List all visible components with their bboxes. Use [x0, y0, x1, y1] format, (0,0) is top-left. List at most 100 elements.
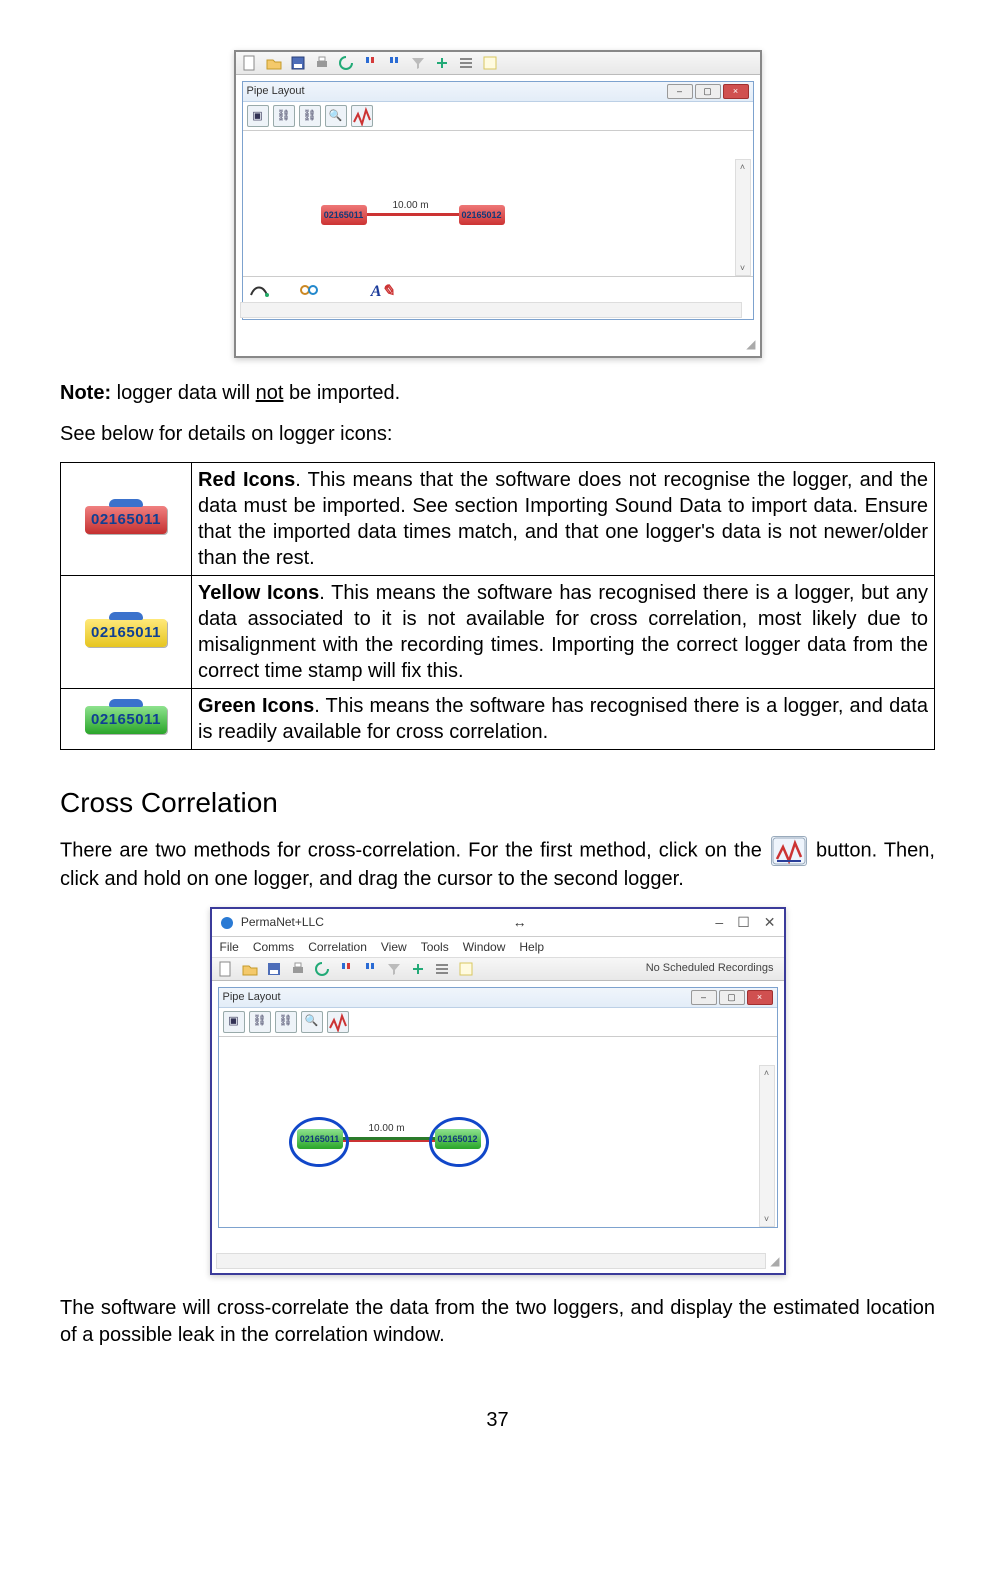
- green-icon-cell: 02165011: [61, 689, 192, 750]
- note-text-underlined: not: [256, 382, 284, 404]
- save-icon[interactable]: [266, 961, 282, 977]
- minimize-button[interactable]: –: [715, 913, 723, 932]
- pipe-layout-window-2: Pipe Layout – ▢ × ▣ ⛓ ⛓ 🔍 10.00 m 021650…: [218, 987, 778, 1228]
- menu-help[interactable]: Help: [519, 939, 544, 955]
- tool-zoom-fit-icon[interactable]: ▣: [223, 1011, 245, 1033]
- note-paragraph: Note: logger data will not be imported.: [60, 380, 935, 407]
- cc-para-2: The software will cross-correlate the da…: [60, 1295, 935, 1349]
- window-controls: – ☐ ✕: [715, 913, 775, 932]
- horizontal-scrollbar[interactable]: [240, 302, 742, 318]
- screenshot-pipe-layout-1: Pipe Layout – ▢ × ▣ ⛓ ⛓ 🔍 10.00 m 021650…: [234, 50, 762, 358]
- menu-file[interactable]: File: [220, 939, 239, 955]
- maximize-button[interactable]: ▢: [695, 84, 721, 99]
- marker1-icon: [362, 55, 378, 71]
- pipe-canvas-2[interactable]: 10.00 m 02165011 02165012 ˄ ˅: [219, 1037, 777, 1227]
- logger-left-2[interactable]: 02165011: [297, 1129, 343, 1149]
- filter-icon[interactable]: [386, 961, 402, 977]
- pipe-layout-titlebar: Pipe Layout – ▢ ×: [243, 82, 753, 102]
- note-icon[interactable]: [458, 961, 474, 977]
- tool-correlate-icon[interactable]: [351, 105, 373, 127]
- open-icon[interactable]: [242, 961, 258, 977]
- vertical-scrollbar[interactable]: ˄ ˅: [735, 159, 751, 276]
- plus-icon[interactable]: [410, 961, 426, 977]
- tool-correlate-icon[interactable]: [327, 1011, 349, 1033]
- horizontal-scrollbar-2[interactable]: [216, 1253, 766, 1269]
- yellow-icon-desc: Yellow Icons. This means the software ha…: [192, 576, 935, 689]
- move-cursor-icon: ↔: [513, 913, 527, 932]
- yellow-icon-cell: 02165011: [61, 576, 192, 689]
- note-icon: [482, 55, 498, 71]
- logger-right-2[interactable]: 02165012: [435, 1129, 481, 1149]
- green-icon-desc: Green Icons. This means the software has…: [192, 689, 935, 750]
- tool-loggerpair2-icon[interactable]: ⛓: [299, 105, 321, 127]
- app-menubar: File Comms Correlation View Tools Window…: [212, 937, 784, 958]
- cc-para-1: There are two methods for cross-correlat…: [60, 836, 935, 893]
- tool-loggerpair1-icon[interactable]: ⛓: [249, 1011, 271, 1033]
- minimize-button[interactable]: –: [667, 84, 693, 99]
- open-icon: [266, 55, 282, 71]
- save-icon: [290, 55, 306, 71]
- tool-find-icon[interactable]: 🔍: [325, 105, 347, 127]
- plus-icon: [434, 55, 450, 71]
- scroll-up-icon[interactable]: ˄: [738, 161, 748, 173]
- app-logo-icon: [220, 916, 234, 930]
- pipe-layout-toolbar-2: ▣ ⛓ ⛓ 🔍: [219, 1008, 777, 1037]
- resize-grip-icon[interactable]: ◢: [746, 336, 755, 352]
- logger-right[interactable]: 02165012: [459, 205, 505, 225]
- tool-loggerpair2-icon[interactable]: ⛓: [275, 1011, 297, 1033]
- list-icon[interactable]: [434, 961, 450, 977]
- print-icon: [314, 55, 330, 71]
- pipe-canvas[interactable]: 10.00 m 02165011 02165012 ˄ ˅: [243, 131, 753, 276]
- yellow-icon-title: Yellow Icons: [198, 582, 319, 604]
- table-row: 02165011 Green Icons. This means the sof…: [61, 689, 935, 750]
- logger-left[interactable]: 02165011: [321, 205, 367, 225]
- marker2-icon[interactable]: [362, 961, 378, 977]
- pipe-icon: [249, 281, 269, 299]
- red-icon-text: . This means that the software does not …: [198, 469, 928, 569]
- app-toolbar: [236, 52, 760, 75]
- cross-correlation-heading: Cross Correlation: [60, 784, 935, 822]
- window-buttons: – ▢ ×: [667, 84, 749, 99]
- marker2-icon: [386, 55, 402, 71]
- scroll-down-icon[interactable]: ˅: [738, 262, 748, 274]
- pipe-layout-toolbar: ▣ ⛓ ⛓ 🔍: [243, 102, 753, 131]
- red-icon-title: Red Icons: [198, 469, 295, 491]
- menu-correlation[interactable]: Correlation: [308, 939, 367, 955]
- tool-loggerpair1-icon[interactable]: ⛓: [273, 105, 295, 127]
- close-button[interactable]: ×: [747, 990, 773, 1005]
- scroll-up-icon[interactable]: ˄: [762, 1067, 772, 1079]
- note-text-after: be imported.: [283, 382, 400, 404]
- marker1-icon[interactable]: [338, 961, 354, 977]
- minimize-button[interactable]: –: [691, 990, 717, 1005]
- red-icon-cell: 02165011: [61, 463, 192, 576]
- close-button[interactable]: ✕: [764, 913, 776, 932]
- resize-grip-icon[interactable]: ◢: [770, 1253, 779, 1269]
- print-icon[interactable]: [290, 961, 306, 977]
- scroll-down-icon[interactable]: ˅: [762, 1213, 772, 1225]
- new-icon[interactable]: [218, 961, 234, 977]
- tool-find-icon[interactable]: 🔍: [301, 1011, 323, 1033]
- sync-icon[interactable]: [314, 961, 330, 977]
- close-button[interactable]: ×: [723, 84, 749, 99]
- window-buttons-2: – ▢ ×: [691, 990, 773, 1005]
- tool-zoom-fit-icon[interactable]: ▣: [247, 105, 269, 127]
- logger-icons-table: 02165011 Red Icons. This means that the …: [60, 462, 935, 750]
- menu-view[interactable]: View: [381, 939, 407, 955]
- logger-icon-green: 02165011: [85, 706, 167, 734]
- filter-icon: [410, 55, 426, 71]
- pipe-length-label: 10.00 m: [393, 199, 429, 213]
- pipe-segment: [355, 213, 467, 216]
- table-row: 02165011 Yellow Icons. This means the so…: [61, 576, 935, 689]
- menu-window[interactable]: Window: [463, 939, 506, 955]
- vertical-scrollbar-2[interactable]: ˄ ˅: [759, 1065, 775, 1227]
- maximize-button[interactable]: ☐: [737, 913, 750, 932]
- app-titlebar: PermaNet+LLC ↔ – ☐ ✕: [212, 909, 784, 937]
- correlate-button-icon: [771, 836, 807, 866]
- sync-icon: [338, 55, 354, 71]
- menu-tools[interactable]: Tools: [421, 939, 449, 955]
- note-label: Note:: [60, 382, 111, 404]
- menu-comms[interactable]: Comms: [253, 939, 294, 955]
- maximize-button[interactable]: ▢: [719, 990, 745, 1005]
- pipe-layout-titlebar-2: Pipe Layout – ▢ ×: [219, 988, 777, 1008]
- app-title: PermaNet+LLC: [241, 915, 324, 929]
